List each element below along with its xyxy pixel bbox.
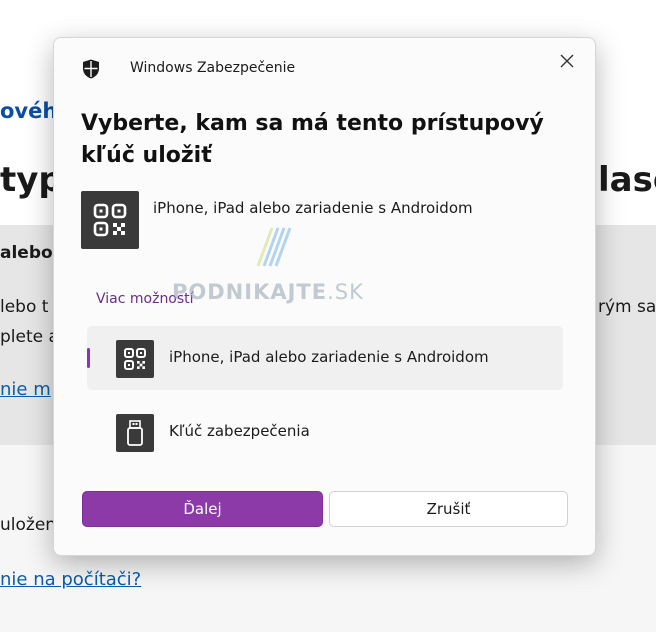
option-phone-device[interactable]: iPhone, iPad alebo zariadenie s Androido…	[87, 326, 563, 390]
dialog-app-title: Windows Zabezpečenie	[130, 60, 296, 76]
option-phone-device-label: iPhone, iPad alebo zariadenie s Androido…	[169, 348, 489, 366]
option-security-key[interactable]: Kľúč zabezpečenia	[87, 400, 563, 464]
main-device-option-label: iPhone, iPad alebo zariadenie s Androido…	[153, 199, 473, 217]
qr-code-icon	[81, 191, 139, 249]
main-device-option[interactable]: iPhone, iPad alebo zariadenie s Androido…	[81, 191, 561, 253]
background-link-2[interactable]: nie na počítači?	[0, 569, 141, 590]
selection-indicator	[87, 348, 90, 368]
option-security-key-label: Kľúč zabezpečenia	[169, 422, 310, 440]
dialog-heading: Vyberte, kam sa má tento prístupový kľúč…	[81, 111, 544, 168]
background-paragraph-right: rým sa	[598, 297, 656, 317]
shield-icon	[82, 59, 100, 79]
background-paragraph-bottom: uložen	[0, 515, 57, 535]
qr-code-icon	[116, 340, 154, 378]
usb-key-icon	[116, 414, 154, 452]
next-button[interactable]: Ďalej	[82, 491, 323, 527]
background-title-right: lase	[598, 160, 656, 200]
background-link-1[interactable]: nie m	[0, 379, 51, 400]
more-options-label: Viac možností	[96, 291, 194, 307]
close-icon	[560, 53, 574, 72]
background-paragraph-left: lebo t	[0, 297, 49, 317]
cancel-button[interactable]: Zrušiť	[329, 491, 568, 527]
close-button[interactable]	[553, 48, 581, 76]
security-dialog: Windows Zabezpečenie Vyberte, kam sa má …	[53, 37, 596, 556]
background-subheading: alebo	[0, 243, 53, 263]
background-paragraph-line2: plete a	[0, 327, 59, 347]
